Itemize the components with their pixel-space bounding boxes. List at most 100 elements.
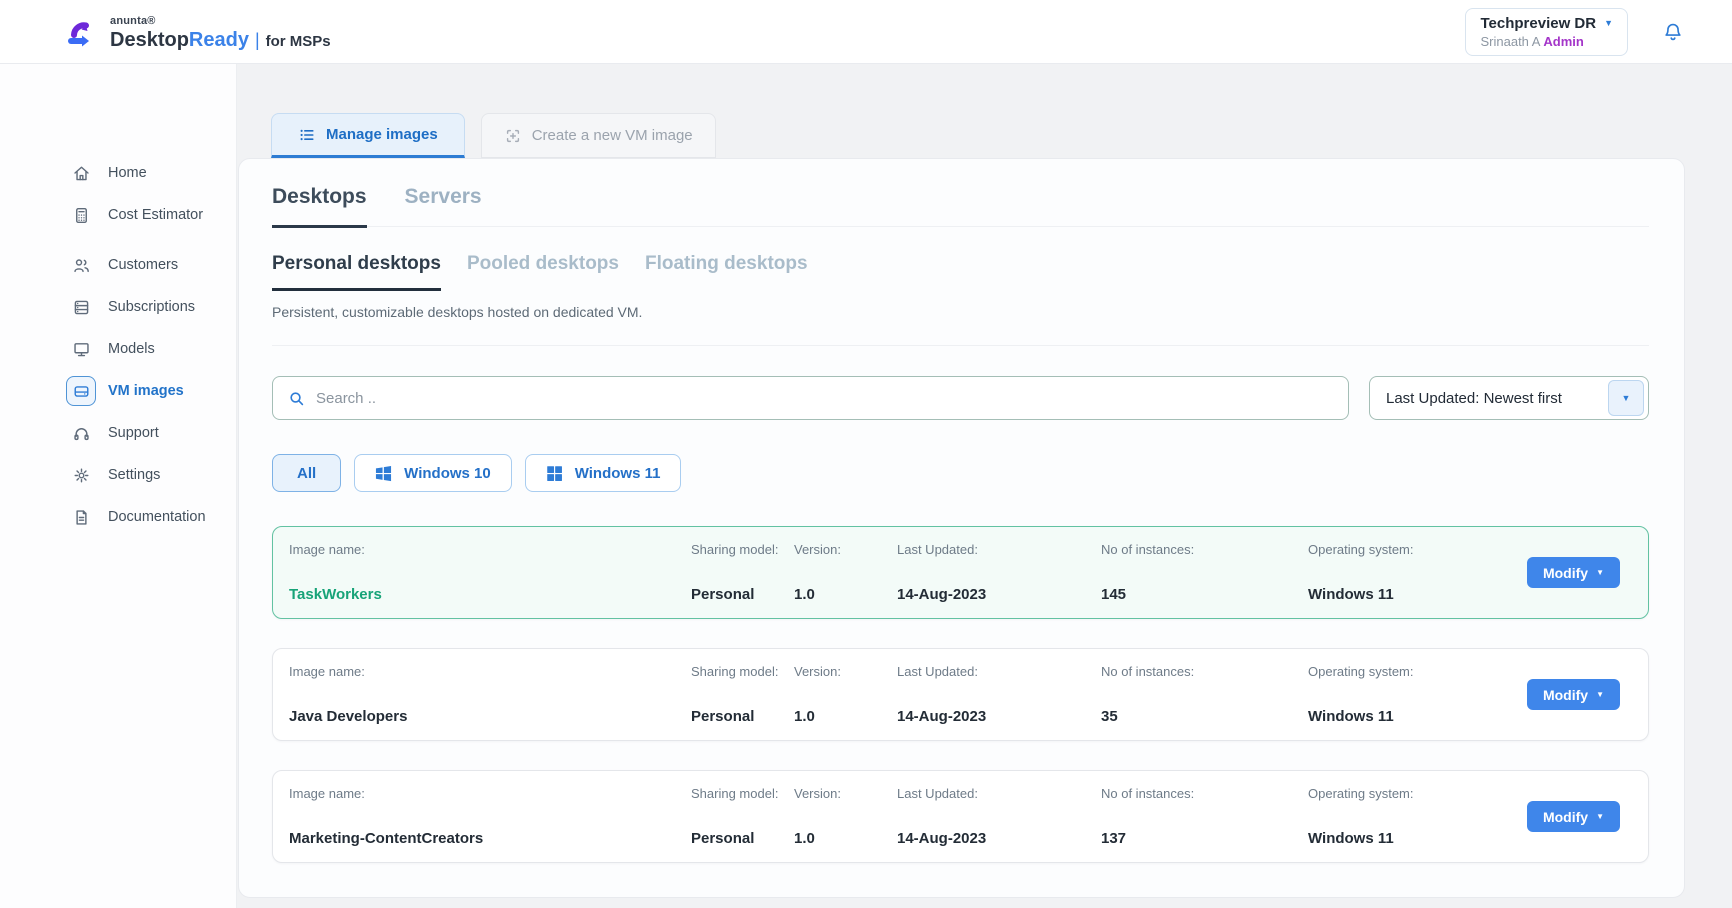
- anunta-logo-icon: [62, 14, 98, 50]
- vm-image-tabs: Manage images Create a new VM image: [271, 113, 1732, 158]
- sidebar-item-customers[interactable]: Customers: [0, 244, 236, 286]
- image-name-label: Image name:: [289, 786, 677, 803]
- sharing-model-label: Sharing model:: [691, 664, 780, 681]
- instances-value: 145: [1101, 586, 1294, 603]
- sidebar-item-cost-estimator[interactable]: Cost Estimator: [0, 194, 236, 236]
- filter-label: Windows 10: [404, 465, 491, 482]
- last-updated-value: 14-Aug-2023: [897, 830, 1087, 847]
- tab-label: Manage images: [326, 126, 438, 143]
- document-icon: [66, 502, 96, 532]
- modify-button-label: Modify: [1543, 809, 1588, 825]
- filter-label: Windows 11: [575, 465, 661, 482]
- sidebar-item-label: Documentation: [108, 509, 206, 525]
- account-selector[interactable]: Techpreview DR ▼ Srinaath A Admin: [1465, 8, 1628, 56]
- calculator-icon: [66, 200, 96, 230]
- windows-11-logo-icon: [546, 465, 563, 482]
- last-updated-label: Last Updated:: [897, 664, 1087, 681]
- notifications-button[interactable]: [1654, 13, 1692, 51]
- sidebar-item-label: Home: [108, 165, 147, 181]
- search-field: [272, 376, 1349, 420]
- brand-small-label: anunta®: [110, 15, 156, 27]
- manage-images-panel: Desktops Servers Personal desktops Poole…: [238, 158, 1685, 898]
- instances-label: No of instances:: [1101, 542, 1294, 559]
- app-header: anunta® DesktopReady | for MSPs Techprev…: [0, 0, 1732, 64]
- harddrive-icon: [66, 376, 96, 406]
- version-value: 1.0: [794, 830, 883, 847]
- sidebar-item-vm-images[interactable]: VM images: [0, 370, 236, 412]
- image-name-label: Image name:: [289, 542, 677, 559]
- os-value: Windows 11: [1308, 830, 1497, 847]
- tab-pooled-desktops[interactable]: Pooled desktops: [467, 253, 619, 291]
- brand-divider: |: [255, 30, 260, 51]
- sort-value-label: Last Updated: Newest first: [1386, 390, 1562, 407]
- last-updated-label: Last Updated:: [897, 542, 1087, 559]
- os-label: Operating system:: [1308, 664, 1497, 681]
- modify-button[interactable]: Modify ▼: [1527, 557, 1620, 588]
- filter-chip-all[interactable]: All: [272, 454, 341, 492]
- vm-image-card-taskworkers[interactable]: Image name: TaskWorkers Sharing model: P…: [272, 526, 1649, 619]
- sidebar-item-label: Customers: [108, 257, 178, 273]
- sidebar-item-settings[interactable]: Settings: [0, 454, 236, 496]
- sharing-model-value: Personal: [691, 586, 780, 603]
- desktop-type-description: Persistent, customizable desktops hosted…: [272, 304, 1649, 346]
- caret-down-icon: ▼: [1596, 568, 1604, 577]
- bell-icon: [1662, 21, 1684, 43]
- last-updated-value: 14-Aug-2023: [897, 708, 1087, 725]
- account-org-label: Techpreview DR: [1480, 15, 1596, 32]
- filter-label: All: [297, 465, 316, 482]
- sidebar-item-label: VM images: [108, 383, 184, 399]
- machine-type-tabs: Desktops Servers: [272, 185, 1649, 227]
- sidebar-item-label: Subscriptions: [108, 299, 195, 315]
- sidebar-item-label: Models: [108, 341, 155, 357]
- frame-plus-icon: [504, 127, 522, 145]
- sort-dropdown[interactable]: Last Updated: Newest first ▼: [1369, 376, 1649, 420]
- caret-down-icon: ▼: [1596, 690, 1604, 699]
- windows-10-logo-icon: [375, 465, 392, 482]
- monitor-icon: [66, 334, 96, 364]
- sidebar-item-documentation[interactable]: Documentation: [0, 496, 236, 538]
- tab-create-vm-image[interactable]: Create a new VM image: [481, 113, 716, 158]
- instances-label: No of instances:: [1101, 664, 1294, 681]
- version-label: Version:: [794, 542, 883, 559]
- image-name-value: TaskWorkers: [289, 586, 677, 603]
- sharing-model-value: Personal: [691, 830, 780, 847]
- search-input[interactable]: [316, 390, 1334, 407]
- tab-floating-desktops[interactable]: Floating desktops: [645, 253, 808, 291]
- account-role-badge: Admin: [1543, 34, 1583, 49]
- sidebar-item-home[interactable]: Home: [0, 152, 236, 194]
- search-icon: [287, 389, 306, 408]
- brand-logo: anunta® DesktopReady | for MSPs: [62, 11, 331, 52]
- subscriptions-icon: [66, 292, 96, 322]
- instances-label: No of instances:: [1101, 786, 1294, 803]
- sharing-model-label: Sharing model:: [691, 542, 780, 559]
- modify-button[interactable]: Modify ▼: [1527, 679, 1620, 710]
- gear-icon: [66, 460, 96, 490]
- account-user-label: Srinaath A: [1480, 34, 1539, 49]
- users-icon: [66, 250, 96, 280]
- tab-manage-images[interactable]: Manage images: [271, 113, 465, 158]
- sidebar-item-label: Cost Estimator: [108, 207, 203, 223]
- tab-label: Create a new VM image: [532, 127, 693, 144]
- tab-desktops[interactable]: Desktops: [272, 185, 367, 228]
- image-name-value: Java Developers: [289, 708, 677, 725]
- filter-chip-windows-10[interactable]: Windows 10: [354, 454, 512, 492]
- sidebar-item-subscriptions[interactable]: Subscriptions: [0, 286, 236, 328]
- instances-value: 137: [1101, 830, 1294, 847]
- filter-chip-windows-11[interactable]: Windows 11: [525, 454, 682, 492]
- tab-personal-desktops[interactable]: Personal desktops: [272, 253, 441, 291]
- modify-button[interactable]: Modify ▼: [1527, 801, 1620, 832]
- os-filter-chips: All Windows 10: [272, 454, 1649, 492]
- os-value: Windows 11: [1308, 708, 1497, 725]
- brand-name: DesktopReady | for MSPs: [110, 29, 331, 52]
- sidebar-item-models[interactable]: Models: [0, 328, 236, 370]
- vm-image-card-marketing-contentcreators[interactable]: Image name: Marketing-ContentCreators Sh…: [272, 770, 1649, 863]
- sidebar-item-support[interactable]: Support: [0, 412, 236, 454]
- os-value: Windows 11: [1308, 586, 1497, 603]
- sort-caret-button[interactable]: ▼: [1608, 380, 1644, 416]
- last-updated-label: Last Updated:: [897, 786, 1087, 803]
- tab-servers[interactable]: Servers: [405, 185, 482, 226]
- version-label: Version:: [794, 786, 883, 803]
- version-value: 1.0: [794, 708, 883, 725]
- vm-image-card-java-developers[interactable]: Image name: Java Developers Sharing mode…: [272, 648, 1649, 741]
- image-name-label: Image name:: [289, 664, 677, 681]
